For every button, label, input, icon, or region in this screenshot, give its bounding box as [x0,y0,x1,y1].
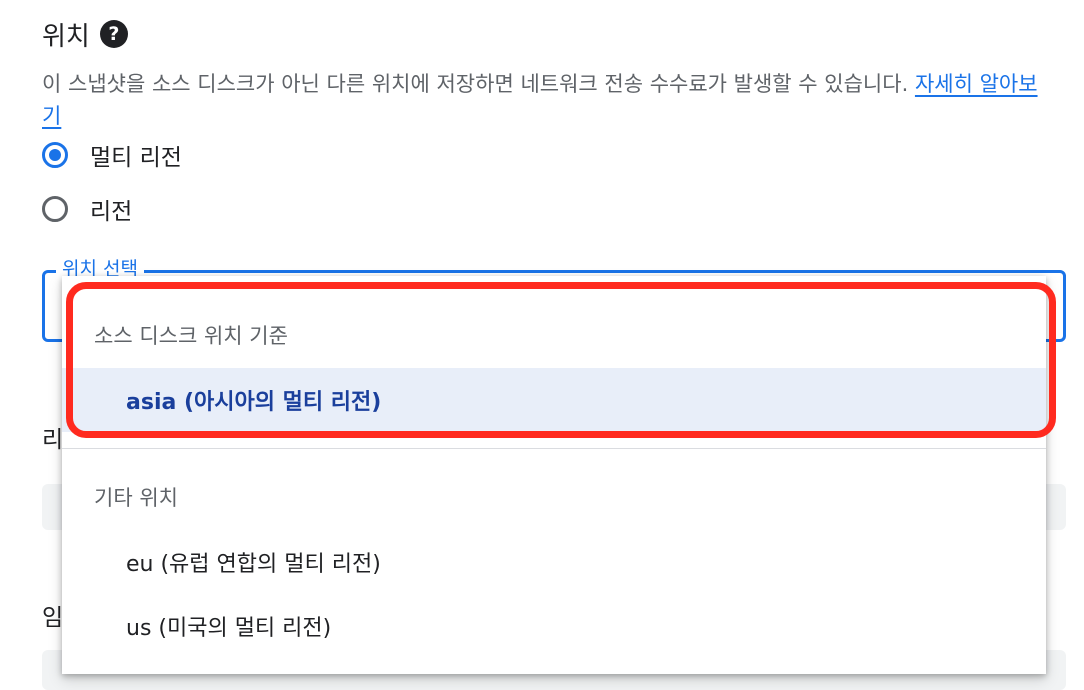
radio-label-multi-region: 멀티 리전 [90,145,182,171]
description-text: 이 스냅샷을 소스 디스크가 아닌 다른 위치에 저장하면 네트워크 전송 수수… [42,72,915,96]
radio-option-region[interactable]: 리전 [42,192,132,226]
section-title: 위치 [42,21,90,52]
radio-option-multi-region[interactable]: 멀티 리전 [42,138,182,172]
menu-divider [62,448,1046,449]
radio-checked-icon[interactable] [42,142,68,168]
radio-unchecked-icon[interactable] [42,196,68,222]
help-circle-icon[interactable]: ? [99,20,128,48]
radio-label-region: 리전 [90,199,133,225]
section-description: 이 스냅샷을 소스 디스크가 아닌 다른 위치에 저장하면 네트워크 전송 수수… [42,68,1054,132]
option-us[interactable]: us (미국의 멀티 리전) [62,594,1046,658]
highlight-annotation-box [66,282,1056,438]
background-field-label: 리 [42,427,64,453]
option-eu[interactable]: eu (유럽 연합의 멀티 리전) [62,530,1046,594]
section-header: 위치 ? [42,14,128,54]
group-header-other: 기타 위치 [94,486,178,510]
background-field-label-2: 임 [42,605,64,631]
